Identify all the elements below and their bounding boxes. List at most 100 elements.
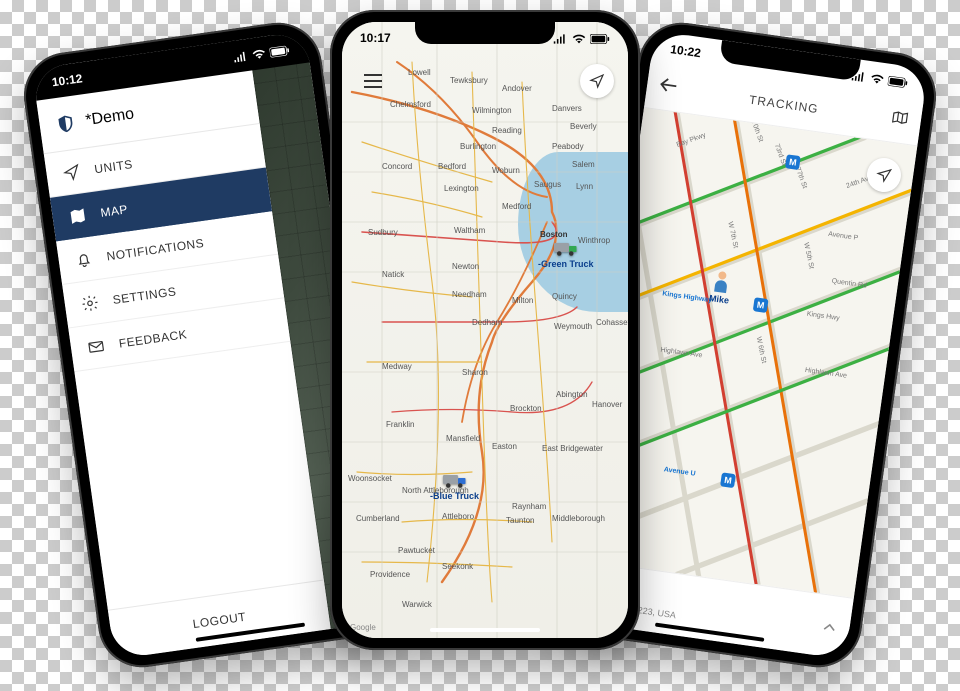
city-reading: Reading: [492, 126, 522, 135]
truck-icon: [554, 240, 578, 258]
city-chelmsford: Chelmsford: [390, 100, 431, 109]
city-bedford: Bedford: [438, 162, 466, 171]
chevron-up-icon: [823, 622, 836, 632]
nav-notifications-label: NOTIFICATIONS: [106, 235, 205, 263]
metro-station-2[interactable]: M: [720, 472, 736, 488]
metro-station-1[interactable]: M: [753, 297, 769, 313]
locate-button[interactable]: [580, 64, 614, 98]
city-waltham: Waltham: [454, 226, 485, 235]
map-icon: [68, 205, 88, 225]
gear-icon: [80, 293, 100, 313]
unit-blue-truck[interactable]: -Blue Truck: [430, 472, 479, 501]
status-right: [851, 68, 909, 90]
map-attribution: Google: [350, 623, 376, 632]
logout-button[interactable]: LOGOUT: [108, 579, 331, 659]
user-name: *Demo: [84, 105, 135, 130]
hamburger-button[interactable]: [356, 64, 390, 98]
city-hanover: Hanover: [592, 400, 622, 409]
city-warwick: Warwick: [402, 600, 432, 609]
city-woonsocket: Woonsocket: [348, 474, 392, 483]
city-beverly: Beverly: [570, 122, 597, 131]
nav-map-label: MAP: [100, 202, 129, 220]
city-concord: Concord: [382, 162, 412, 171]
wifi-icon: [571, 34, 587, 44]
shield-icon: [54, 112, 77, 135]
city-taunton: Taunton: [506, 516, 534, 525]
back-button[interactable]: [658, 77, 678, 98]
signal-icon: [553, 34, 567, 44]
city-needham: Needham: [452, 290, 487, 299]
city-mansfield: Mansfield: [446, 434, 480, 443]
logout-label: LOGOUT: [192, 609, 247, 630]
city-danvers: Danvers: [552, 104, 582, 113]
signal-icon: [851, 70, 866, 82]
cursor-icon: [61, 162, 81, 182]
city-medway: Medway: [382, 362, 412, 371]
city-cohasset: Cohasset: [596, 318, 628, 327]
city-cumberland: Cumberland: [356, 514, 400, 523]
battery-icon: [269, 45, 290, 58]
map-icon: [890, 109, 910, 127]
unit-blue-truck-label: -Blue Truck: [430, 491, 479, 501]
status-time: 10:12: [51, 71, 83, 89]
city-woburn: Woburn: [492, 166, 520, 175]
city-boston: Boston: [540, 230, 568, 239]
city-seekonk: Seekonk: [442, 562, 473, 571]
nav-units-label: UNITS: [93, 157, 133, 176]
nav-settings-label: SETTINGS: [112, 284, 177, 307]
wifi-icon: [868, 73, 885, 85]
city-franklin: Franklin: [386, 420, 414, 429]
city-abington: Abington: [556, 390, 588, 399]
bell-icon: [74, 249, 94, 269]
city-sharon: Sharon: [462, 368, 488, 377]
city-quincy: Quincy: [552, 292, 577, 301]
city-natick: Natick: [382, 270, 404, 279]
expand-chevron[interactable]: [823, 619, 837, 635]
phone-map: Lowell Tewksbury Andover Chelmsford Wilm…: [330, 10, 640, 650]
city-sudbury: Sudbury: [368, 228, 398, 237]
unit-mike[interactable]: Mike: [707, 269, 734, 306]
city-raynham: Raynham: [512, 502, 546, 511]
wifi-icon: [250, 48, 267, 60]
city-providence: Providence: [370, 570, 410, 579]
city-eastbridgewater: East Bridgewater: [542, 444, 603, 453]
sidebar-nav: UNITS MAP NOTIFICATIONS SETTINGS FEEDBAC…: [44, 124, 290, 372]
city-weymouth: Weymouth: [554, 322, 592, 331]
city-brockton: Brockton: [510, 404, 542, 413]
map-type-button[interactable]: [889, 109, 910, 132]
city-easton: Easton: [492, 442, 517, 451]
unit-green-truck[interactable]: -Green Truck: [538, 240, 594, 269]
city-saugus: Saugus: [534, 180, 561, 189]
envelope-icon: [86, 336, 106, 356]
city-burlington: Burlington: [460, 142, 496, 151]
status-time: 10:17: [360, 31, 391, 45]
status-bar: 10:17: [342, 22, 628, 54]
city-salem: Salem: [572, 160, 595, 169]
status-time: 10:22: [669, 42, 701, 60]
city-attleboro: Attleboro: [442, 512, 474, 521]
unit-green-truck-label: -Green Truck: [538, 259, 594, 269]
city-medford: Medford: [502, 202, 531, 211]
metro-station-3[interactable]: M: [785, 154, 801, 170]
city-peabody: Peabody: [552, 142, 584, 151]
locate-icon: [875, 166, 893, 184]
nav-feedback-label: FEEDBACK: [118, 327, 188, 350]
city-milton: Milton: [512, 296, 533, 305]
screen-map: Lowell Tewksbury Andover Chelmsford Wilm…: [342, 22, 628, 638]
truck-icon: [443, 472, 467, 490]
status-right: [232, 42, 290, 64]
city-newton: Newton: [452, 262, 479, 271]
map-toolbar: [356, 64, 614, 98]
city-wilmington: Wilmington: [472, 106, 512, 115]
city-middleborough: Middleborough: [552, 514, 605, 523]
map-canvas[interactable]: Lowell Tewksbury Andover Chelmsford Wilm…: [342, 22, 628, 638]
home-indicator: [430, 628, 540, 632]
city-dedham: Dedham: [472, 318, 502, 327]
status-right: [553, 31, 610, 45]
battery-icon: [887, 76, 908, 89]
battery-icon: [590, 34, 610, 44]
locate-icon: [589, 73, 605, 89]
city-lynn: Lynn: [576, 182, 593, 191]
city-pawtucket: Pawtucket: [398, 546, 435, 555]
signal-icon: [233, 51, 248, 63]
